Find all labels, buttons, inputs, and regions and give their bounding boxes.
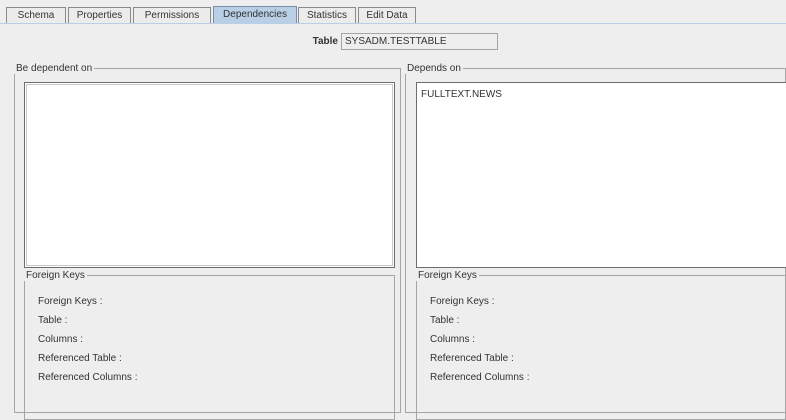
tab-dependencies[interactable]: Dependencies [213,6,297,24]
be-dependent-on-list[interactable] [24,82,395,268]
right-foreign-keys-group: Foreign Keys Foreign Keys : Table : Colu… [416,270,786,420]
right-fk-table: Table : [430,315,460,326]
tab-schema[interactable]: Schema [6,7,66,23]
be-dependent-on-title: Be dependent on [16,63,93,74]
left-fk-table: Table : [38,315,68,326]
tab-edit-data[interactable]: Edit Data [358,7,416,23]
tab-bar: Schema Properties Permissions Dependenci… [0,0,786,24]
left-fk-referenced-table: Referenced Table : [38,353,122,364]
right-fk-columns: Columns : [430,334,476,345]
depends-on-list[interactable]: FULLTEXT.NEWS [416,82,786,268]
list-item[interactable]: FULLTEXT.NEWS [421,89,502,100]
table-label: Table [312,36,338,47]
right-foreign-keys-title: Foreign Keys [418,270,477,281]
tab-permissions[interactable]: Permissions [133,7,211,23]
right-fk-foreign-keys: Foreign Keys : [430,296,495,307]
left-fk-columns: Columns : [38,334,84,345]
left-fk-referenced-columns: Referenced Columns : [38,372,138,383]
tab-statistics[interactable]: Statistics [298,7,356,23]
left-fk-foreign-keys: Foreign Keys : [38,296,103,307]
left-foreign-keys-title: Foreign Keys [26,270,85,281]
right-fk-referenced-columns: Referenced Columns : [430,372,530,383]
list-inner-border [26,84,393,266]
tab-bar-divider [0,23,786,24]
left-foreign-keys-group: Foreign Keys Foreign Keys : Table : Colu… [24,270,395,420]
table-name-field[interactable]: SYSADM.TESTTABLE [341,33,498,50]
right-fk-referenced-table: Referenced Table : [430,353,514,364]
table-name-row: Table SYSADM.TESTTABLE [0,33,786,51]
depends-on-title: Depends on [407,63,461,74]
tab-properties[interactable]: Properties [68,7,131,23]
